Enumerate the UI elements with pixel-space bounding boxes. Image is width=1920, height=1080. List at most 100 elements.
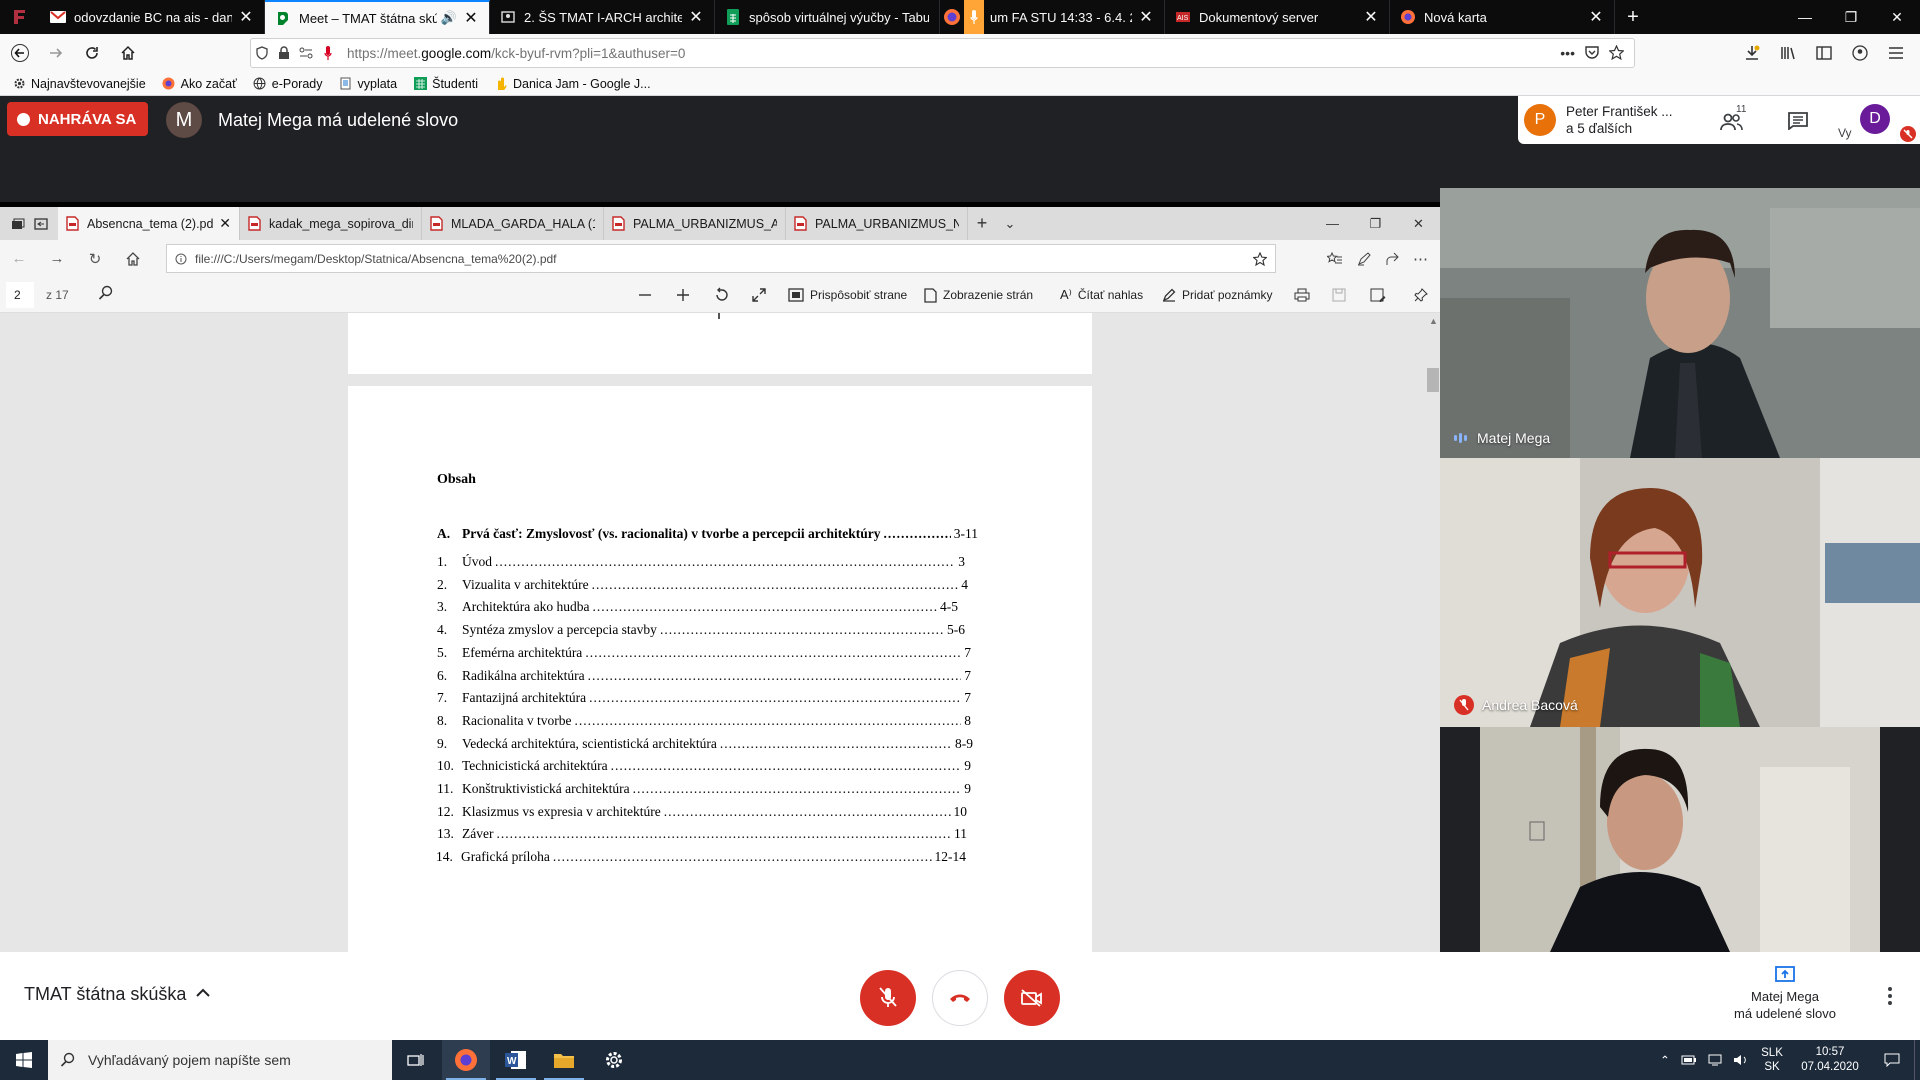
edge-forward-button[interactable]: → [38,250,76,267]
taskbar-search-box[interactable]: Vyhľadávaný pojem napíšte sem [48,1040,392,1080]
bookmark-jamboard[interactable]: Danica Jam - Google J... [494,77,651,91]
recording-badge[interactable]: NAHRÁVA SA [7,102,148,136]
zoom-in-icon[interactable] [676,277,690,313]
leave-call-button[interactable] [932,970,988,1026]
edge-back-button[interactable]: ← [0,250,38,267]
tab-actions-icon[interactable] [11,218,25,230]
edge-refresh-icon[interactable]: ↻ [76,250,114,268]
more-options-icon[interactable] [1882,984,1898,1008]
tabs-aside-icon[interactable] [33,217,48,230]
notifications-icon[interactable] [1870,1053,1914,1067]
close-icon[interactable]: ✕ [1138,7,1154,27]
battery-icon[interactable] [1676,1055,1702,1065]
bookmark-star-icon[interactable] [1609,45,1624,61]
windows-start-icon[interactable] [0,1040,48,1080]
more-actions-icon[interactable]: ••• [1560,45,1575,61]
close-icon[interactable]: ✕ [688,7,704,27]
taskbar-file-explorer-icon[interactable] [540,1040,588,1080]
close-icon[interactable]: ✕ [1363,7,1379,27]
chevron-up-icon[interactable] [196,988,210,998]
taskbar-word-icon[interactable]: W [492,1040,540,1080]
edge-tab-mlada-garda[interactable]: MLADA_GARDA_HALA (1).p [422,207,604,240]
edge-more-icon[interactable]: ⋯ [1413,250,1428,268]
bookmark-studenti[interactable]: Študenti [413,77,478,91]
bookmark-vyplata[interactable]: vyplata [339,77,397,91]
close-icon[interactable]: ✕ [238,7,254,27]
home-button[interactable] [110,37,146,69]
firefox-menu-icon[interactable] [0,0,40,34]
address-bar[interactable]: https://meet.google.com/kck-byuf-rvm?pli… [250,38,1635,68]
people-button[interactable]: 11 [1710,104,1754,136]
taskbar-settings-icon[interactable] [590,1040,638,1080]
favorites-hub-icon[interactable] [1327,251,1343,266]
microphone-icon[interactable] [317,46,339,60]
sidebar-icon[interactable] [1806,37,1842,69]
language-indicator[interactable]: SLK SK [1754,1046,1790,1074]
edge-new-tab-button[interactable]: + [968,207,996,240]
minimize-button[interactable]: — [1782,0,1828,34]
forward-button[interactable] [38,37,74,69]
bookmark-e-porady[interactable]: e-Porady [253,77,323,91]
pdf-scrollbar[interactable]: ▲ [1426,313,1440,952]
hamburger-menu-icon[interactable] [1878,37,1914,69]
add-notes-button[interactable]: Pridať poznámky [1162,277,1273,313]
browser-tab-meet[interactable]: Meet – TMAT štátna skúška 🔊 ✕ [265,0,490,34]
page-view-button[interactable]: Zobrazenie strán [924,277,1033,313]
web-note-icon[interactable] [1357,251,1371,266]
taskbar-firefox-icon[interactable] [442,1040,490,1080]
pdf-viewer[interactable]: Obsah A. Prvá časť: Zmyslovosť (vs. raci… [0,313,1440,952]
account-icon[interactable] [1842,37,1878,69]
edge-address-bar[interactable]: file:///C:/Users/megam/Desktop/Statnica/… [166,244,1276,273]
network-icon[interactable] [1702,1054,1728,1066]
participant-tile[interactable]: Andrea Bacová [1440,458,1920,727]
close-window-button[interactable]: ✕ [1874,0,1920,34]
edge-minimize-button[interactable]: — [1311,207,1354,240]
permissions-icon[interactable] [295,47,317,59]
participants-chip[interactable]: P Peter František ... a 5 ďalších [1518,96,1689,144]
print-icon[interactable] [1294,277,1310,313]
rotate-icon[interactable] [714,277,730,313]
browser-tab-gmail[interactable]: odovzdanie BC na ais - danica.m ✕ [40,0,265,34]
back-button[interactable] [2,37,38,69]
microphone-icon[interactable] [964,0,984,34]
clock[interactable]: 10:57 07.04.2020 [1790,1045,1870,1075]
shield-icon[interactable] [251,46,273,60]
edge-tab-palma-ana[interactable]: PALMA_URBANIZMUS_ANA [604,207,786,240]
bookmark-most-visited[interactable]: Najnavštevovanejšie [12,77,146,91]
volume-icon[interactable] [1728,1054,1754,1066]
fit-page-button[interactable]: Prispôsobiť strane [788,277,907,313]
browser-tab-presentation[interactable]: 2. ŠS TMAT I-ARCH architektúra ✕ [490,0,715,34]
tab-list-chevron-icon[interactable]: ⌄ [996,207,1024,240]
downloads-icon[interactable] [1734,37,1770,69]
info-icon[interactable] [167,253,195,265]
tray-overflow-chevron-icon[interactable]: ⌃ [1654,1053,1676,1067]
participant-tile[interactable]: Matej Mega [1440,188,1920,458]
edge-close-button[interactable]: ✕ [1397,207,1440,240]
camera-toggle-button[interactable] [1004,970,1060,1026]
save-as-icon[interactable] [1370,277,1386,313]
participant-tile[interactable] [1440,727,1920,952]
favorite-star-icon[interactable] [1245,251,1275,266]
browser-tab-new[interactable]: Nová karta ✕ [1390,0,1615,34]
close-icon[interactable]: ✕ [1588,7,1604,27]
pdf-scroll-thumb[interactable] [1427,368,1439,392]
browser-tab-recording[interactable]: um FA STU 14:33 - 6.4. 2020 ✕ [940,0,1165,34]
page-number-input[interactable]: 2 [6,282,34,308]
pin-toolbar-icon[interactable] [1414,277,1428,313]
bookmark-getting-started[interactable]: Ako začať [162,77,237,91]
speaker-icon[interactable]: 🔊 [441,10,457,26]
search-icon[interactable] [98,285,114,301]
microphone-toggle-button[interactable] [860,970,916,1026]
lock-icon[interactable] [273,46,295,60]
read-aloud-button[interactable]: A⁾ Čítať nahlas [1060,277,1143,313]
close-icon[interactable]: ✕ [219,215,231,232]
save-icon[interactable] [1332,277,1346,313]
edge-home-icon[interactable] [114,251,152,266]
library-icon[interactable] [1770,37,1806,69]
reload-button[interactable] [74,37,110,69]
share-icon[interactable] [1385,252,1399,266]
browser-tab-document-server[interactable]: AIS Dokumentový server ✕ [1165,0,1390,34]
zoom-out-icon[interactable] [638,277,652,313]
show-desktop-button[interactable] [1914,1040,1920,1080]
maximize-button[interactable]: ❐ [1828,0,1874,34]
